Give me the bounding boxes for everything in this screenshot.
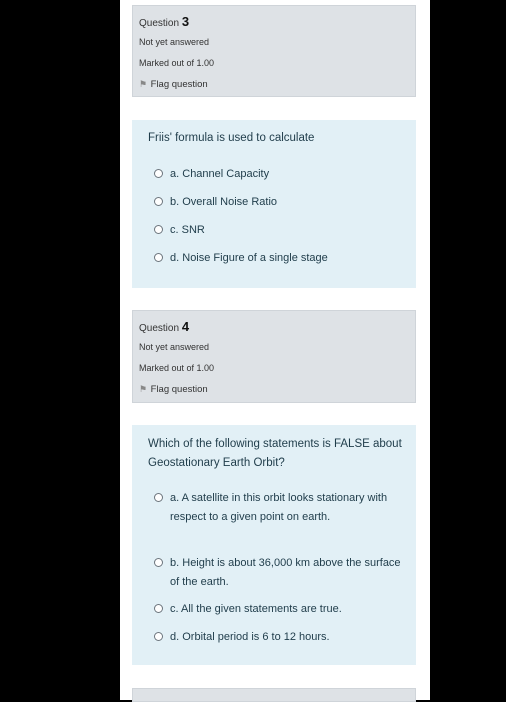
- question-label: Question: [139, 18, 180, 29]
- flag-question-label: Flag question: [150, 384, 208, 395]
- question-text: Friis' formula is used to calculate: [148, 132, 315, 144]
- flag-icon: ⚑: [139, 79, 148, 89]
- flag-question-label: Flag question: [150, 79, 208, 90]
- option-label: All the given statements are true.: [181, 603, 342, 615]
- question-info-3: Question 3 Not yet answered Marked out o…: [132, 5, 416, 97]
- question-number: Question 4: [139, 319, 189, 334]
- question-content-4: Which of the following statements is FAL…: [132, 425, 416, 665]
- question-marks: Marked out of 1.00: [139, 363, 215, 373]
- radio-button-icon[interactable]: [154, 632, 163, 641]
- question-content-3: Friis' formula is used to calculate a. C…: [132, 120, 416, 288]
- option-letter: a.: [170, 168, 180, 180]
- option-label: A satellite in this orbit looks stationa…: [170, 492, 388, 523]
- question-info-4: Question 4 Not yet answered Marked out o…: [132, 310, 416, 403]
- radio-button-icon[interactable]: [154, 253, 163, 262]
- question-status: Not yet answered: [139, 37, 210, 47]
- question-number-value: 3: [181, 14, 190, 29]
- option-letter: c.: [170, 603, 179, 615]
- option-letter: a.: [170, 492, 180, 504]
- flag-question-button[interactable]: ⚑ Flag question: [139, 79, 208, 90]
- radio-button-icon[interactable]: [154, 604, 163, 613]
- option-letter: b.: [170, 196, 180, 208]
- radio-button-icon[interactable]: [154, 169, 163, 178]
- option-letter: d.: [170, 252, 180, 264]
- radio-button-icon[interactable]: [154, 225, 163, 234]
- radio-button-icon[interactable]: [154, 197, 163, 206]
- option-letter: c.: [170, 224, 179, 236]
- option-label: Height is about 36,000 km above the surf…: [170, 557, 401, 588]
- option-letter: b.: [170, 557, 180, 569]
- flag-question-button[interactable]: ⚑ Flag question: [139, 384, 208, 395]
- quiz-page: Question 3 Not yet answered Marked out o…: [120, 0, 430, 702]
- question-marks: Marked out of 1.00: [139, 58, 215, 68]
- option-label: Overall Noise Ratio: [182, 196, 278, 208]
- question-status: Not yet answered: [139, 342, 210, 352]
- question-number-value: 4: [181, 319, 190, 334]
- option-label: Channel Capacity: [182, 168, 270, 180]
- question-label: Question: [139, 323, 180, 334]
- option-label: SNR: [181, 224, 205, 236]
- question-number: Question 3: [139, 14, 189, 29]
- radio-button-icon[interactable]: [154, 558, 163, 567]
- option-letter: d.: [170, 631, 180, 643]
- flag-icon: ⚑: [139, 384, 148, 394]
- option-label: Noise Figure of a single stage: [182, 252, 328, 264]
- question-text: Which of the following statements is FAL…: [148, 438, 402, 469]
- option-label: Orbital period is 6 to 12 hours.: [182, 631, 330, 643]
- radio-button-icon[interactable]: [154, 493, 163, 502]
